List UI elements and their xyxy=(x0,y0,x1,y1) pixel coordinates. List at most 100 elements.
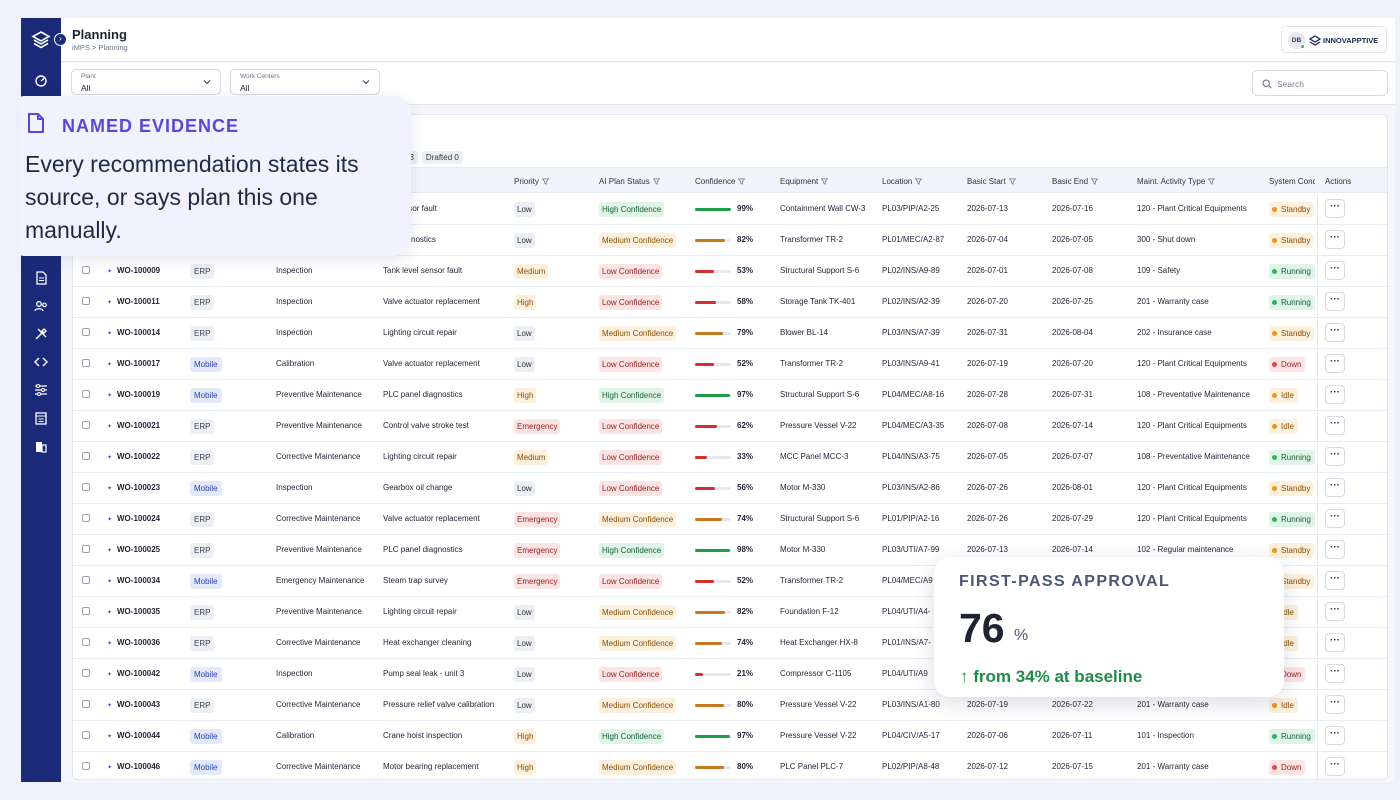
row-actions-button[interactable]: ··· xyxy=(1325,199,1345,218)
search-input[interactable] xyxy=(1277,76,1381,91)
row-checkbox[interactable] xyxy=(82,297,90,305)
work-order-id[interactable]: WO-100011 xyxy=(108,297,160,306)
row-actions-button[interactable]: ··· xyxy=(1325,540,1345,559)
filter-icon[interactable] xyxy=(541,178,549,185)
row-checkbox[interactable] xyxy=(82,638,90,646)
filter-icon[interactable] xyxy=(1208,178,1216,185)
calendar-icon[interactable] xyxy=(33,410,49,426)
work-order-id[interactable]: WO-100024 xyxy=(108,514,160,523)
col-basic-end[interactable]: Basic End xyxy=(1052,177,1099,186)
sliders-icon[interactable] xyxy=(33,382,49,398)
users-icon[interactable] xyxy=(33,298,49,314)
filter-icon[interactable] xyxy=(915,178,923,185)
table-row[interactable]: ✦ WO-100011 ERP Inspection Valve actuator re… xyxy=(73,287,1387,318)
system-condition-label: Down xyxy=(1281,763,1302,772)
work-order-id[interactable]: WO-100034 xyxy=(108,576,160,585)
table-row[interactable]: ✦ WO-100019 Mobile Preventive Maintenance PL… xyxy=(73,380,1387,411)
work-order-id[interactable]: WO-100014 xyxy=(108,328,160,337)
col-confidence[interactable]: Confidence xyxy=(695,177,746,186)
table-row[interactable]: ✦ WO-100046 Mobile Corrective Maintenance Mo… xyxy=(73,752,1387,779)
row-actions-button[interactable]: ··· xyxy=(1325,478,1345,497)
code-icon[interactable] xyxy=(33,354,49,370)
row-actions-button[interactable]: ··· xyxy=(1325,385,1345,404)
building-icon[interactable] xyxy=(33,438,49,454)
row-actions-button[interactable]: ··· xyxy=(1325,261,1345,280)
row-actions-button[interactable]: ··· xyxy=(1325,571,1345,590)
row-actions-button[interactable]: ··· xyxy=(1325,633,1345,652)
breadcrumb[interactable]: iMPS > Planning xyxy=(72,43,128,52)
work-order-id[interactable]: WO-100009 xyxy=(108,266,160,275)
work-order-id[interactable]: WO-100023 xyxy=(108,483,160,492)
row-actions-button[interactable]: ··· xyxy=(1325,230,1345,249)
row-checkbox[interactable] xyxy=(82,266,90,274)
priority-badge: Low xyxy=(514,233,535,248)
work-order-id[interactable]: WO-100021 xyxy=(108,421,160,430)
row-checkbox[interactable] xyxy=(82,545,90,553)
row-checkbox[interactable] xyxy=(82,359,90,367)
work-order-id[interactable]: WO-100035 xyxy=(108,607,160,616)
row-actions-button[interactable]: ··· xyxy=(1325,447,1345,466)
row-checkbox[interactable] xyxy=(82,514,90,522)
row-checkbox[interactable] xyxy=(82,576,90,584)
col-priority[interactable]: Priority xyxy=(514,177,549,186)
document-nav-icon[interactable] xyxy=(33,270,49,286)
brand-badge[interactable]: DB INNOVAPPTIVE xyxy=(1281,26,1387,53)
row-checkbox[interactable] xyxy=(82,669,90,677)
sidebar-toggle-chevron-icon[interactable]: › xyxy=(54,33,67,46)
row-checkbox[interactable] xyxy=(82,700,90,708)
table-row[interactable]: ✦ WO-100014 ERP Inspection Lighting circuit … xyxy=(73,318,1387,349)
col-basic-start[interactable]: Basic Start xyxy=(967,177,1016,186)
work-order-id[interactable]: WO-100019 xyxy=(108,390,160,399)
col-location[interactable]: Location xyxy=(882,177,923,186)
work-order-id[interactable]: WO-100017 xyxy=(108,359,160,368)
table-row[interactable]: ✦ WO-100017 Mobile Calibration Valve actuato… xyxy=(73,349,1387,380)
col-equipment[interactable]: Equipment xyxy=(780,177,829,186)
row-checkbox[interactable] xyxy=(82,762,90,770)
row-actions-button[interactable]: ··· xyxy=(1325,757,1345,776)
row-actions-button[interactable]: ··· xyxy=(1325,416,1345,435)
row-checkbox[interactable] xyxy=(82,452,90,460)
filter-icon[interactable] xyxy=(738,178,746,185)
table-row[interactable]: ✦ WO-100021 ERP Preventive Maintenance Contr… xyxy=(73,411,1387,442)
filter-icon[interactable] xyxy=(1091,178,1099,185)
row-actions-button[interactable]: ··· xyxy=(1325,323,1345,342)
table-row[interactable]: ✦ WO-100009 ERP Inspection Tank level sensor… xyxy=(73,256,1387,287)
table-row[interactable]: ✦ WO-100044 Mobile Calibration Crane hoist i… xyxy=(73,721,1387,752)
filter-icon[interactable] xyxy=(821,178,829,185)
work-order-id[interactable]: WO-100044 xyxy=(108,731,160,740)
count-chip-drafted[interactable]: Drafted 0 xyxy=(421,151,463,164)
row-checkbox[interactable] xyxy=(82,731,90,739)
col-ai-plan-status[interactable]: AI Plan Status xyxy=(599,177,660,186)
filter-icon[interactable] xyxy=(1008,178,1016,185)
work-order-id[interactable]: WO-100025 xyxy=(108,545,160,554)
work-order-id[interactable]: WO-100036 xyxy=(108,638,160,647)
row-checkbox[interactable] xyxy=(82,607,90,615)
work-order-id[interactable]: WO-100022 xyxy=(108,452,160,461)
app-logo-icon[interactable] xyxy=(31,30,51,50)
row-actions-button[interactable]: ··· xyxy=(1325,726,1345,745)
row-actions-button[interactable]: ··· xyxy=(1325,695,1345,714)
row-actions-button[interactable]: ··· xyxy=(1325,292,1345,311)
work-order-id[interactable]: WO-100043 xyxy=(108,700,160,709)
work-order-id[interactable]: WO-100046 xyxy=(108,762,160,771)
table-row[interactable]: ✦ WO-100023 Mobile Inspection Gearbox oil ch… xyxy=(73,473,1387,504)
row-checkbox[interactable] xyxy=(82,421,90,429)
tools-icon[interactable] xyxy=(33,326,49,342)
row-actions-button[interactable]: ··· xyxy=(1325,602,1345,621)
row-actions-button[interactable]: ··· xyxy=(1325,509,1345,528)
search-box[interactable] xyxy=(1252,70,1388,96)
dashboard-icon[interactable] xyxy=(33,72,49,88)
row-actions-button[interactable]: ··· xyxy=(1325,354,1345,373)
row-checkbox[interactable] xyxy=(82,483,90,491)
work-centers-select[interactable]: Work Centers All xyxy=(230,69,380,95)
col-system-condition[interactable]: System Cond xyxy=(1269,177,1315,186)
row-checkbox[interactable] xyxy=(82,328,90,336)
row-checkbox[interactable] xyxy=(82,390,90,398)
row-actions-button[interactable]: ··· xyxy=(1325,664,1345,683)
plant-select[interactable]: Plant All xyxy=(71,69,221,95)
table-row[interactable]: ✦ WO-100022 ERP Corrective Maintenance Light… xyxy=(73,442,1387,473)
table-row[interactable]: ✦ WO-100024 ERP Corrective Maintenance Valve… xyxy=(73,504,1387,535)
col-maint-activity-type[interactable]: Maint. Activity Type xyxy=(1137,177,1216,186)
filter-icon[interactable] xyxy=(652,178,660,185)
work-order-id[interactable]: WO-100042 xyxy=(108,669,160,678)
